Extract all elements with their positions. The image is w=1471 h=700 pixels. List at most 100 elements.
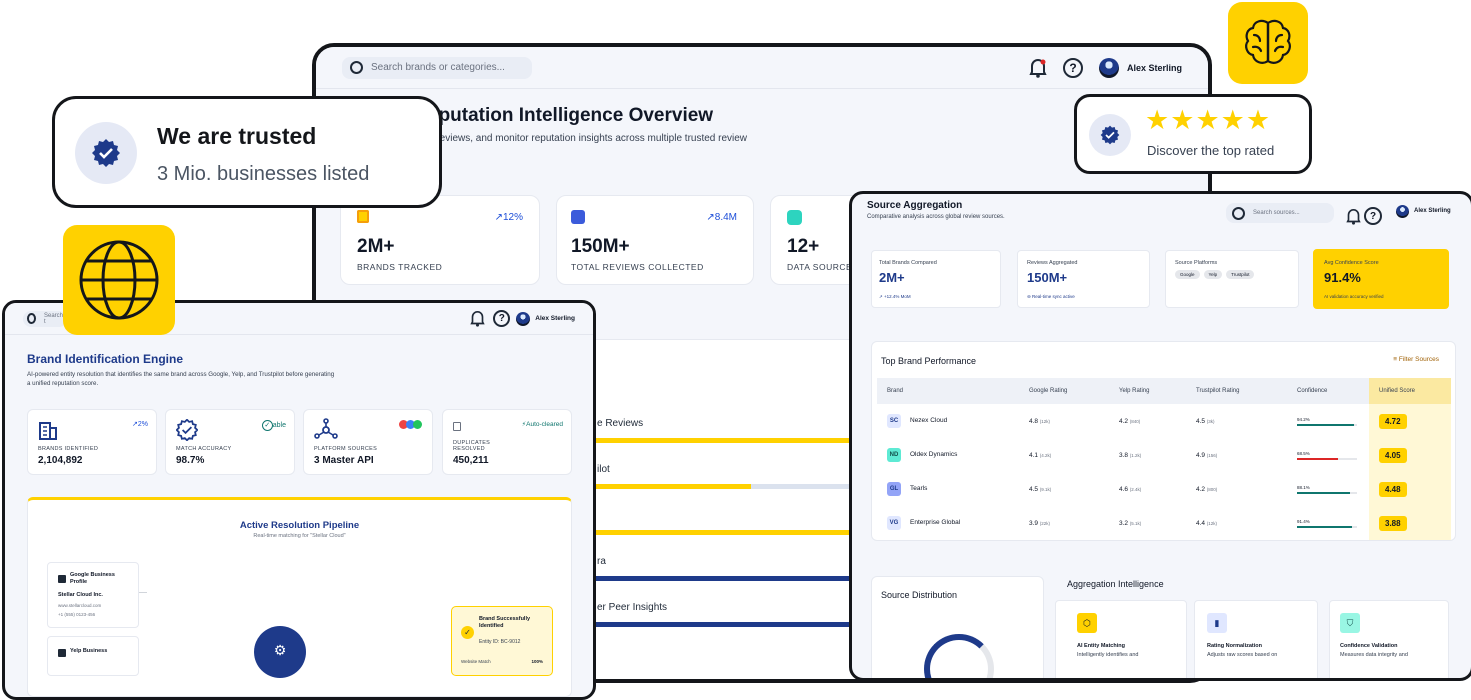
google-count: (12k) (1039, 418, 1050, 424)
check-icon: ✓ (461, 626, 474, 639)
brand-badge: VG (887, 516, 901, 530)
search-input[interactable]: Search brands or categories... (342, 56, 532, 79)
search-input[interactable]: Search sources... (1226, 203, 1334, 223)
brand-name: Oldex Dynamics (910, 451, 958, 458)
stat-card-brands: ↗12% 2M+ BRANDS TRACKED (340, 195, 540, 285)
yelp-count: (840) (1129, 418, 1141, 424)
trustpilot-rating: 4.2 (1196, 485, 1206, 493)
stat-value: 150M+ (571, 236, 630, 257)
source-bar-label: ilot (597, 464, 610, 475)
brand-name: Nezex Cloud (910, 417, 948, 424)
kpi-confidence: Avg Confidence Score 91.4% AI validation… (1313, 249, 1449, 309)
yelp-count: (2.4k) (1129, 486, 1142, 492)
result-row-value: 100% (531, 659, 543, 664)
source-url: www.stellarcloud.com (58, 603, 102, 608)
stat-value: 3 Master API (314, 455, 374, 466)
page-description: AI-powered entity resolution that identi… (27, 371, 335, 388)
table-row[interactable]: GL Tearls 4.5 (9.1k) 4.6 (2.4k) 4.2 (800) 88.… (877, 472, 1451, 506)
confidence-value: 91.4% (1297, 518, 1310, 524)
search-placeholder: Search sources... (1253, 210, 1300, 216)
source-bar-fill (591, 576, 881, 581)
stat-trend: 2% (137, 421, 148, 428)
table-row[interactable]: ND Oldex Dynamics 4.1 (4.2k) 3.8 (1.2k) 4.9 … (877, 438, 1451, 472)
source-card-google[interactable]: Google Business Profile Stellar Cloud In… (47, 562, 139, 628)
nodes-icon (787, 210, 802, 225)
star-icon: ★ (1145, 105, 1171, 135)
connector-line (139, 592, 147, 593)
bell-icon[interactable] (470, 310, 485, 327)
bar-chart-icon: ▮ (1207, 613, 1227, 633)
table-header-cell[interactable]: Yelp Rating (1109, 378, 1186, 404)
table-header-cell[interactable]: Trustpilot Rating (1186, 378, 1287, 404)
stat-trend: able (272, 422, 286, 429)
stat-label: BRANDS IDENTIFIED (38, 446, 99, 452)
user-name: Alex Sterling (1414, 208, 1451, 214)
source-card-yelp[interactable]: Yelp Business (47, 636, 139, 676)
search-placeholder: Search brands or categories... (371, 62, 505, 73)
globe-tile (63, 225, 175, 335)
table-header-cell[interactable]: Google Rating (1019, 378, 1109, 404)
kpi-value: 91.4% (1324, 270, 1361, 285)
source-bar-fill (591, 438, 881, 443)
intel-card-entity: ⬡ AI Entity Matching Intelligently ident… (1055, 600, 1187, 678)
user-name: Alex Sterling (535, 315, 575, 322)
star-icon: ★ (1170, 105, 1196, 135)
top-rated-card: ★★★★★ Discover the top rated (1074, 94, 1312, 174)
intel-desc: Adjusts raw scores based on (1207, 652, 1278, 658)
brain-tile (1228, 2, 1308, 84)
gear-icon: ⚙ (273, 642, 287, 658)
source-bar-fill (591, 484, 751, 489)
table-header-cell[interactable]: Brand (877, 378, 1019, 404)
confidence-bar-fill (1297, 525, 1352, 528)
source-title: Yelp Business (70, 648, 108, 654)
trend-up-icon: ↗ (706, 212, 715, 223)
stat-card-identified: ↗2% BRANDS IDENTIFIED 2,104,892 (27, 409, 157, 475)
trustpilot-rating: 4.9 (1196, 451, 1206, 459)
platform-chip: Trustpilot (1226, 270, 1255, 279)
intel-desc: Intelligently identifies and (1077, 652, 1139, 658)
intel-title: Confidence Validation (1340, 643, 1398, 649)
google-count: (4.2k) (1039, 452, 1052, 458)
search-input[interactable]: Search t (23, 310, 67, 327)
avatar[interactable] (1396, 205, 1409, 218)
yelp-rating: 3.8 (1119, 451, 1129, 459)
search-icon (350, 61, 363, 74)
google-icon (58, 575, 66, 583)
bell-icon[interactable] (1346, 208, 1361, 225)
source-name: Stellar Cloud Inc. (58, 592, 103, 598)
help-icon[interactable]: ? (1062, 57, 1083, 78)
help-icon[interactable]: ? (493, 310, 511, 327)
stat-label: DUPLICATES RESOLVED (453, 440, 491, 452)
avatar[interactable] (1098, 57, 1119, 78)
search-placeholder: Search t (43, 312, 63, 325)
intel-desc: Measures data integrity and (1340, 652, 1408, 658)
trustpilot-count: (156) (1206, 452, 1218, 458)
kpi-value: 150M+ (1027, 270, 1068, 285)
yelp-count: (1.2k) (1129, 452, 1142, 458)
page-title: eputation Intelligence Overview (428, 105, 714, 126)
source-distribution-card: Source Distribution (871, 576, 1044, 678)
table-header-cell[interactable]: Unified Score (1369, 378, 1451, 404)
trustpilot-rating: 4.4 (1196, 519, 1206, 527)
confidence-bar-fill (1297, 491, 1350, 494)
avatar[interactable] (516, 311, 531, 326)
stat-card-duplicates: ⚡Auto-cleared DUPLICATES RESOLVED 450,21… (442, 409, 572, 475)
table-row[interactable]: VG Enterprise Global 3.9 (22k) 3.2 (5.1k) 4.… (877, 506, 1451, 540)
building-icon (39, 422, 57, 440)
brand-badge: SC (887, 414, 901, 428)
stat-trend: Auto-cleared (526, 421, 563, 428)
bell-icon[interactable] (1029, 58, 1047, 78)
kpi-platforms: Source Platforms Google Yelp Trustpilot (1165, 250, 1299, 308)
table-row[interactable]: SC Nezex Cloud 4.8 (12k) 4.2 (840) 4.5 (3k) 9… (877, 404, 1451, 438)
stat-card-platforms: PLATFORM SOURCES 3 Master API (303, 409, 433, 475)
table-header-cell[interactable]: Confidence (1287, 378, 1369, 404)
platform-chip: Google (1175, 270, 1200, 279)
shield-icon: ⛉ (1340, 613, 1360, 633)
help-icon[interactable]: ? (1364, 207, 1382, 225)
source-title: Google Business Profile (70, 572, 115, 586)
filter-sources-button[interactable]: ≡ Filter Sources (1393, 356, 1439, 363)
pipeline-card: Active Resolution Pipeline Real-time mat… (27, 497, 572, 697)
network-icon (314, 418, 338, 439)
kpi-label: Source Platforms (1175, 260, 1218, 266)
page-title: Source Aggregation (867, 200, 963, 211)
